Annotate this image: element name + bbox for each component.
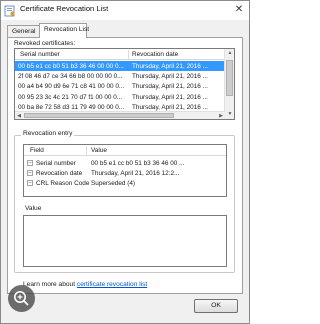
serial-cell: 00 b5 e1 cc b0 51 b3 36 46 00 00 0... [18, 62, 124, 70]
list-rows: 00 b5 e1 cc b0 51 b3 36 46 00 00 0... Th… [15, 61, 225, 113]
details-rows: Serial number 00 b5 e1 cc b0 51 b3 36 46… [24, 158, 226, 188]
field-value: Superseded (4) [91, 179, 136, 187]
scroll-right-icon[interactable]: ▶ [217, 112, 225, 119]
ok-button[interactable]: OK [194, 299, 238, 313]
table-row[interactable]: 00 95 23 3c 4c 21 70 d7 f1 00 00 0... Th… [15, 92, 225, 102]
table-row[interactable]: 00 a4 b4 90 d9 6e 71 c8 41 00 00 0... Th… [15, 82, 225, 92]
list-header: Serial number Revocation date [15, 49, 225, 60]
field-name: Serial number [36, 159, 76, 167]
scroll-up-icon[interactable]: ▲ [225, 49, 234, 58]
scroll-left-icon[interactable]: ◀ [15, 112, 23, 119]
field-value: Thursday, April 21, 2016 12:2... [91, 169, 180, 177]
date-cell: Thursday, April 21, 2016 ... [132, 62, 208, 70]
field-document-icon [27, 170, 33, 176]
revocation-entry-title: Revocation entry [21, 130, 75, 137]
field-document-icon [27, 160, 33, 166]
date-cell: Thursday, April 21, 2016 ... [132, 104, 208, 112]
horizontal-scrollbar[interactable]: ◀ ▶ [15, 111, 225, 119]
serial-cell: 00 95 23 3c 4c 21 70 d7 f1 00 00 0... [18, 93, 123, 101]
column-divider [128, 50, 129, 59]
column-revocation-date[interactable]: Revocation date [132, 51, 178, 58]
certificate-icon [4, 4, 16, 17]
scroll-down-icon[interactable]: ▼ [225, 110, 234, 119]
date-cell: Thursday, April 21, 2016 ... [132, 72, 208, 80]
field-document-icon [27, 180, 33, 186]
title-bar: Certificate Revocation List ✕ [1, 1, 249, 20]
zoom-in-icon[interactable] [8, 285, 35, 312]
learn-more-link[interactable]: certificate revocation list [77, 281, 147, 288]
column-value[interactable]: Value [91, 147, 107, 154]
details-header: Field Value [24, 145, 226, 156]
serial-cell: 00 ba 8e 72 58 d3 11 79 49 00 00 0... [18, 104, 125, 112]
revocation-entry-details[interactable]: Field Value Serial number 00 b5 e1 cc b0… [23, 144, 227, 197]
value-textbox[interactable] [23, 215, 227, 267]
vertical-scrollbar[interactable]: ▲ ▼ [224, 49, 234, 119]
serial-cell: 00 a4 b4 90 d9 6e 71 c8 41 00 00 0... [18, 83, 125, 91]
scrollbar-thumb[interactable] [226, 60, 233, 96]
revoked-certificates-label: Revoked certificates: [14, 40, 76, 47]
field-name: CRL Reason Code [36, 179, 90, 187]
date-cell: Thursday, April 21, 2016 ... [132, 83, 208, 91]
column-divider [86, 146, 87, 155]
date-cell: Thursday, April 21, 2016 ... [132, 93, 208, 101]
revoked-certificates-list[interactable]: Serial number Revocation date 00 b5 e1 c… [14, 48, 235, 120]
table-row[interactable]: Serial number 00 b5 e1 cc b0 51 b3 36 46… [24, 158, 226, 168]
value-label: Value [25, 205, 42, 212]
table-row[interactable]: 2f 08 46 d7 ce 34 66 b8 00 00 00 0... Th… [15, 71, 225, 81]
window-title: Certificate Revocation List [20, 4, 109, 13]
table-row[interactable]: CRL Reason Code Superseded (4) [24, 178, 226, 188]
field-name: Revocation date [36, 169, 83, 177]
column-field[interactable]: Field [30, 147, 44, 154]
table-row[interactable]: Revocation date Thursday, April 21, 2016… [24, 168, 226, 178]
certificate-revocation-list-dialog: Certificate Revocation List ✕ General Re… [0, 0, 250, 324]
table-row[interactable]: 00 b5 e1 cc b0 51 b3 36 46 00 00 0... Th… [15, 61, 225, 72]
tab-revocation-list[interactable]: Revocation List [39, 23, 89, 38]
serial-cell: 2f 08 46 d7 ce 34 66 b8 00 00 00 0... [18, 72, 123, 80]
column-serial-number[interactable]: Serial number [20, 51, 60, 58]
learn-more-text: Learn more about certificate revocation … [23, 281, 147, 288]
close-icon[interactable]: ✕ [233, 4, 245, 16]
scrollbar-thumb[interactable] [24, 113, 174, 118]
field-value: 00 b5 e1 cc b0 51 b3 36 46 00 ... [91, 159, 185, 167]
